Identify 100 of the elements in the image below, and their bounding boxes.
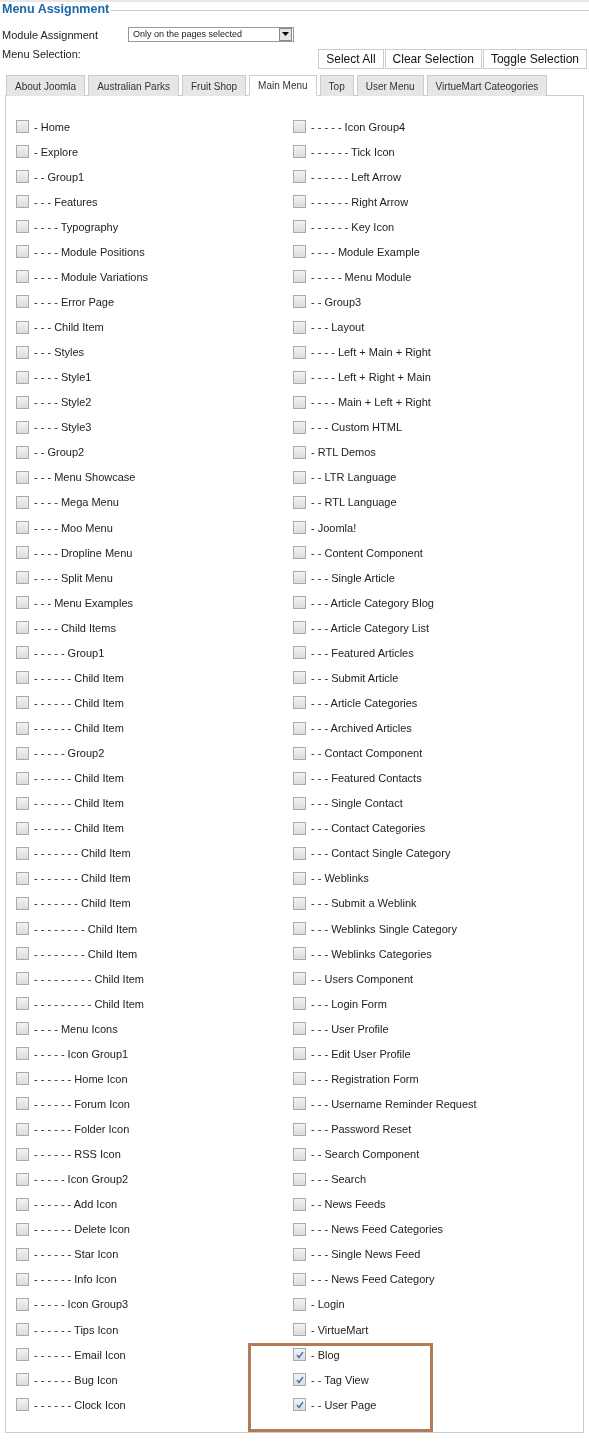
checkbox[interactable] <box>293 546 306 560</box>
checkbox[interactable] <box>293 1197 306 1211</box>
checkbox[interactable] <box>293 746 306 760</box>
dropdown[interactable]: Only on the pages selected <box>128 26 294 42</box>
checkbox[interactable] <box>16 345 29 359</box>
checkbox[interactable] <box>16 521 29 535</box>
checkbox[interactable] <box>293 1097 306 1111</box>
checkbox[interactable] <box>293 395 306 409</box>
checkbox[interactable] <box>293 947 306 961</box>
checkbox[interactable] <box>16 395 29 409</box>
checkbox[interactable] <box>16 1122 29 1136</box>
checkbox[interactable] <box>16 295 29 309</box>
checkbox[interactable] <box>16 1172 29 1186</box>
checkbox[interactable] <box>16 1323 29 1337</box>
checkbox[interactable] <box>16 145 29 159</box>
menu-tab[interactable]: Top <box>319 75 354 96</box>
checkbox[interactable] <box>293 571 306 585</box>
checkbox[interactable] <box>16 370 29 384</box>
checkbox[interactable] <box>16 646 29 660</box>
checkbox[interactable] <box>16 696 29 710</box>
checkbox[interactable] <box>293 696 306 710</box>
checkbox[interactable] <box>16 972 29 986</box>
checkbox[interactable] <box>293 1323 306 1337</box>
checkbox[interactable] <box>16 796 29 810</box>
menu-tab[interactable]: VirtueMart Cateogories <box>426 75 548 96</box>
checkbox[interactable] <box>16 1272 29 1286</box>
menu-tab[interactable]: Fruit Shop <box>181 75 247 96</box>
checkbox[interactable] <box>16 1398 29 1412</box>
checkbox[interactable] <box>293 721 306 735</box>
checkbox[interactable] <box>293 1348 306 1362</box>
checkbox[interactable] <box>293 120 306 134</box>
checkbox[interactable] <box>293 1222 306 1236</box>
checkbox[interactable] <box>293 220 306 234</box>
checkbox[interactable] <box>16 771 29 785</box>
checkbox[interactable] <box>16 922 29 936</box>
checkbox[interactable] <box>16 997 29 1011</box>
checkbox[interactable] <box>16 470 29 484</box>
checkbox[interactable] <box>293 320 306 334</box>
checkbox[interactable] <box>16 120 29 134</box>
checkbox[interactable] <box>16 1097 29 1111</box>
checkbox[interactable] <box>16 1147 29 1161</box>
checkbox[interactable] <box>293 596 306 610</box>
checkbox[interactable] <box>16 1348 29 1362</box>
checkbox[interactable] <box>16 1047 29 1061</box>
checkbox[interactable] <box>293 195 306 209</box>
checkbox[interactable] <box>16 1247 29 1261</box>
menu-tab[interactable]: User Menu <box>356 75 424 96</box>
checkbox[interactable] <box>16 896 29 910</box>
checkbox[interactable] <box>16 721 29 735</box>
checkbox[interactable] <box>293 1398 306 1412</box>
checkbox[interactable] <box>293 972 306 986</box>
selection-button[interactable]: Select All <box>318 49 384 69</box>
checkbox[interactable] <box>293 646 306 660</box>
checkbox[interactable] <box>16 245 29 259</box>
checkbox[interactable] <box>293 771 306 785</box>
checkbox[interactable] <box>293 370 306 384</box>
checkbox[interactable] <box>16 671 29 685</box>
checkbox[interactable] <box>293 445 306 459</box>
checkbox[interactable] <box>16 1197 29 1211</box>
checkbox[interactable] <box>293 521 306 535</box>
checkbox[interactable] <box>16 170 29 184</box>
checkbox[interactable] <box>16 571 29 585</box>
checkbox[interactable] <box>293 345 306 359</box>
checkbox[interactable] <box>293 1022 306 1036</box>
checkbox[interactable] <box>293 896 306 910</box>
selection-button[interactable]: Toggle Selection <box>482 49 587 69</box>
checkbox[interactable] <box>293 1373 306 1387</box>
checkbox[interactable] <box>293 1297 306 1311</box>
checkbox[interactable] <box>293 922 306 936</box>
checkbox[interactable] <box>16 445 29 459</box>
checkbox[interactable] <box>293 846 306 860</box>
checkbox[interactable] <box>16 947 29 961</box>
checkbox[interactable] <box>293 1047 306 1061</box>
checkbox[interactable] <box>293 1247 306 1261</box>
checkbox[interactable] <box>293 145 306 159</box>
checkbox[interactable] <box>16 495 29 509</box>
checkbox[interactable] <box>16 1373 29 1387</box>
checkbox[interactable] <box>16 546 29 560</box>
checkbox[interactable] <box>293 495 306 509</box>
checkbox[interactable] <box>16 621 29 635</box>
checkbox[interactable] <box>16 821 29 835</box>
checkbox[interactable] <box>16 846 29 860</box>
checkbox[interactable] <box>293 1272 306 1286</box>
checkbox[interactable] <box>293 1172 306 1186</box>
checkbox[interactable] <box>293 671 306 685</box>
checkbox[interactable] <box>16 1222 29 1236</box>
menu-tab[interactable]: About Joomla <box>6 75 86 96</box>
checkbox[interactable] <box>293 821 306 835</box>
checkbox[interactable] <box>16 270 29 284</box>
checkbox[interactable] <box>293 796 306 810</box>
checkbox[interactable] <box>16 220 29 234</box>
menu-tab[interactable]: Australian Parks <box>88 75 179 96</box>
selection-button[interactable]: Clear Selection <box>384 49 482 69</box>
checkbox[interactable] <box>16 1072 29 1086</box>
checkbox[interactable] <box>16 1297 29 1311</box>
checkbox[interactable] <box>16 746 29 760</box>
checkbox[interactable] <box>293 997 306 1011</box>
checkbox[interactable] <box>293 470 306 484</box>
checkbox[interactable] <box>293 1147 306 1161</box>
menu-tab[interactable]: Main Menu <box>249 75 317 96</box>
